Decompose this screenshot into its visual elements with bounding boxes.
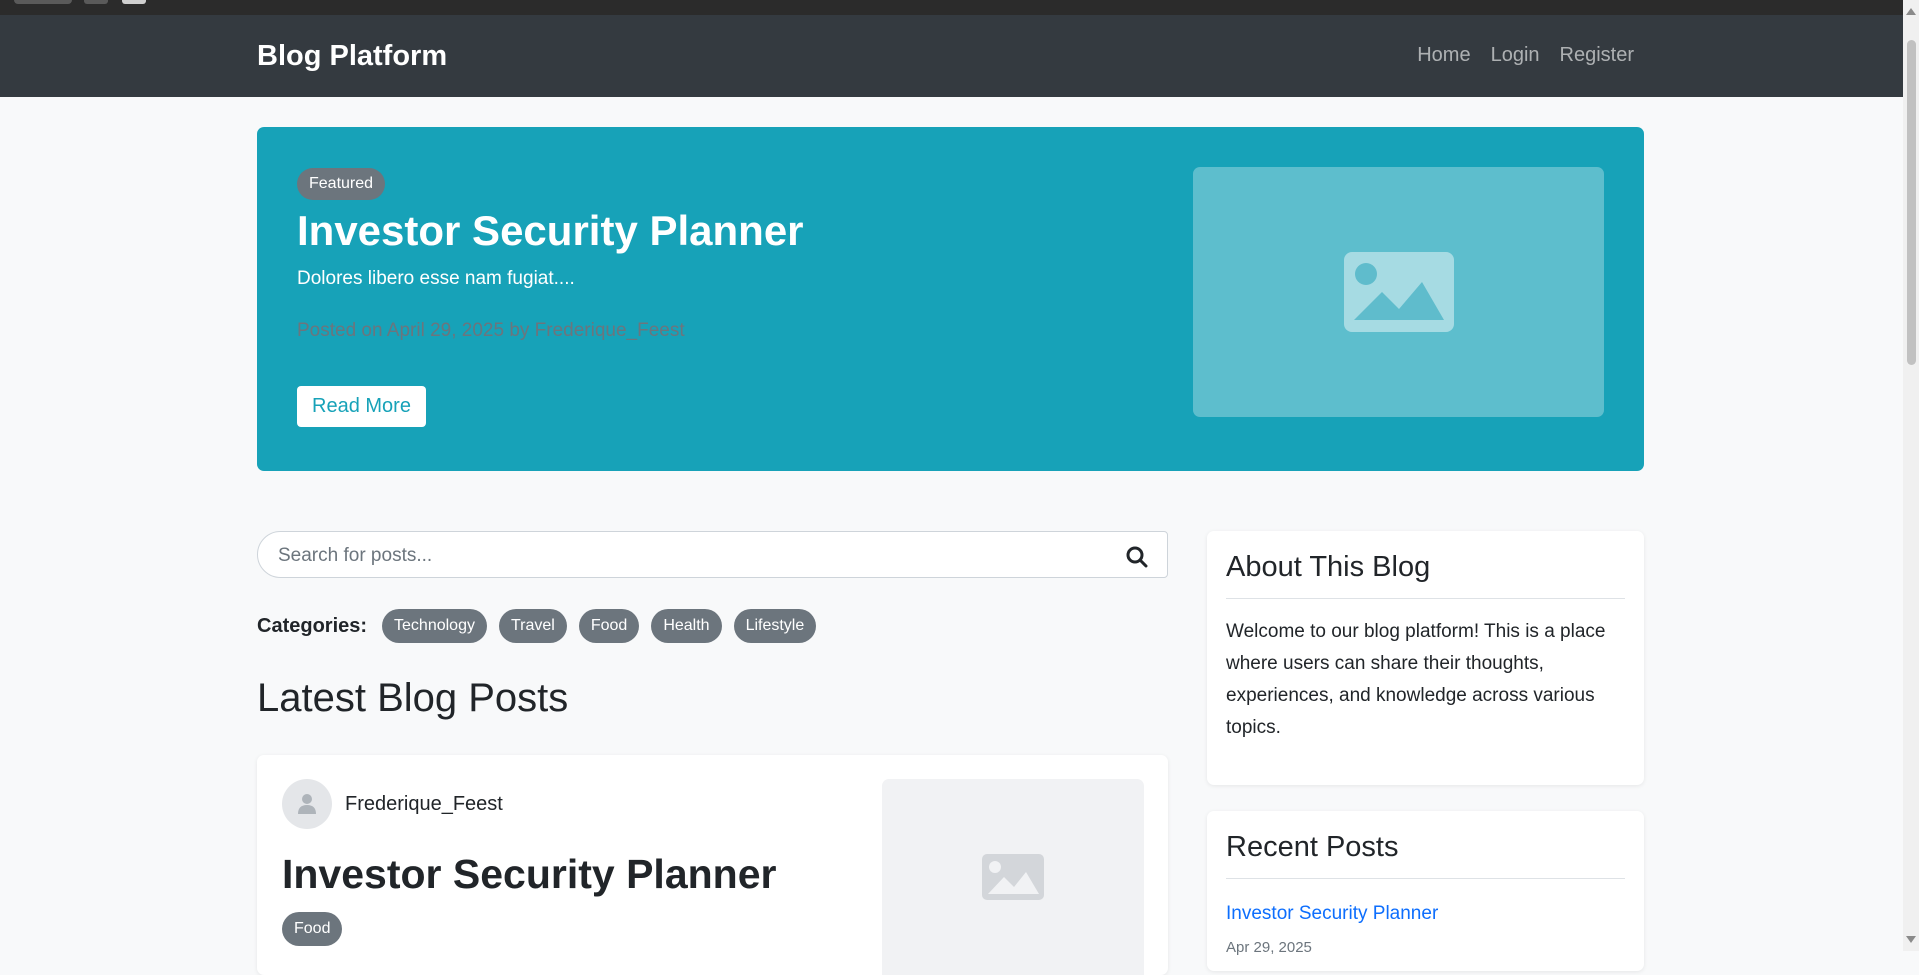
post-card[interactable]: Frederique_Feest Investor Security Plann… — [257, 755, 1168, 975]
browser-tab[interactable] — [84, 0, 108, 4]
nav-login-link[interactable]: Login — [1491, 44, 1540, 67]
recent-posts-title: Recent Posts — [1226, 831, 1399, 863]
scrollbar[interactable] — [1903, 0, 1919, 951]
search-box — [257, 531, 1168, 578]
scroll-up-arrow-icon[interactable] — [1906, 8, 1916, 15]
divider — [1226, 598, 1625, 599]
hero-meta: Posted on April 29, 2025 by Frederique_F… — [297, 320, 685, 341]
scroll-thumb[interactable] — [1907, 40, 1916, 365]
brand-logo[interactable]: Blog Platform — [257, 40, 447, 73]
search-input[interactable] — [276, 542, 1080, 570]
featured-badge: Featured — [297, 168, 386, 200]
nav-register-link[interactable]: Register — [1560, 44, 1634, 67]
category-pill-health[interactable]: Health — [651, 609, 722, 643]
post-image-placeholder — [882, 779, 1144, 975]
categories-bar: Categories: Technology Travel Food Healt… — [257, 609, 828, 643]
about-widget: About This Blog Welcome to our blog plat… — [1207, 531, 1644, 785]
recent-post-date: Apr 29, 2025 — [1226, 939, 1312, 956]
search-icon[interactable] — [1125, 545, 1149, 569]
hero-title: Investor Security Planner — [297, 207, 804, 254]
image-icon — [982, 854, 1044, 900]
categories-label: Categories: — [257, 614, 368, 637]
nav-home-link[interactable]: Home — [1417, 44, 1470, 67]
nav-links: Home Login Register — [1417, 44, 1634, 67]
hero-image-placeholder — [1193, 167, 1604, 417]
hero-excerpt: Dolores libero esse nam fugiat.... — [297, 268, 575, 289]
recent-posts-widget: Recent Posts Investor Security Planner A… — [1207, 811, 1644, 971]
navbar: Blog Platform Home Login Register — [0, 15, 1903, 97]
browser-tab[interactable] — [14, 0, 72, 4]
about-text: Welcome to our blog platform! This is a … — [1226, 621, 1606, 738]
category-pill-travel[interactable]: Travel — [498, 609, 567, 643]
browser-tab[interactable] — [122, 0, 146, 4]
category-pill-technology[interactable]: Technology — [382, 609, 487, 643]
browser-top-strip — [0, 0, 1903, 16]
avatar — [282, 779, 332, 829]
about-title: About This Blog — [1226, 551, 1431, 583]
category-pill-food[interactable]: Food — [578, 609, 640, 643]
divider — [1226, 878, 1625, 879]
user-icon — [298, 794, 316, 814]
image-icon — [1343, 252, 1454, 332]
post-author[interactable]: Frederique_Feest — [345, 793, 503, 816]
post-category-badge[interactable]: Food — [282, 912, 343, 946]
featured-hero: Featured Investor Security Planner Dolor… — [257, 127, 1644, 471]
category-pill-lifestyle[interactable]: Lifestyle — [733, 609, 817, 643]
read-more-button[interactable]: Read More — [297, 386, 426, 427]
latest-posts-heading: Latest Blog Posts — [257, 676, 569, 720]
recent-post-link[interactable]: Investor Security Planner — [1226, 903, 1438, 925]
post-title[interactable]: Investor Security Planner — [282, 851, 776, 898]
scroll-down-arrow-icon[interactable] — [1906, 936, 1916, 943]
